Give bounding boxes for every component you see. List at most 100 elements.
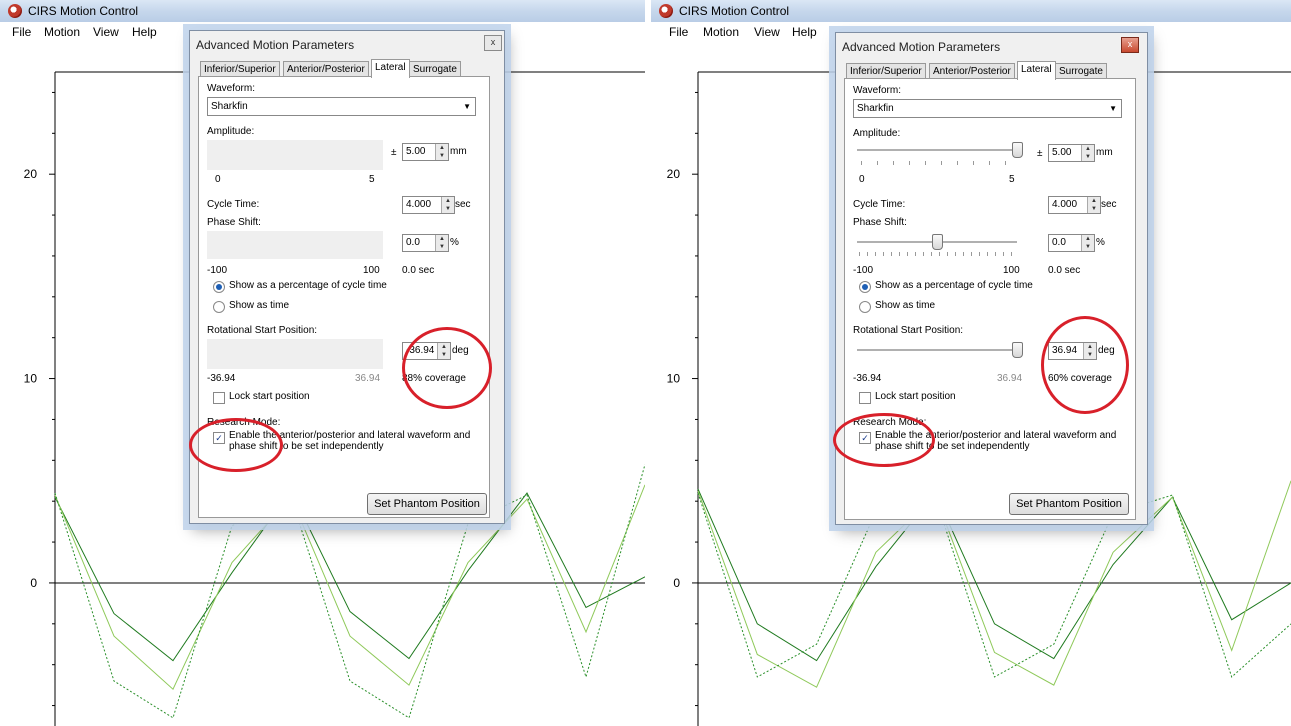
phase-spinbox[interactable]: 0.0 ▲ ▼ [1048,234,1095,252]
menu-view[interactable]: View [93,22,119,39]
cycle-time-unit: sec [1101,199,1117,210]
amplitude-value: 5.00 [1052,147,1072,158]
spin-arrows-icon[interactable]: ▲ ▼ [435,235,448,251]
spin-arrows-icon[interactable]: ▲ ▼ [441,197,454,213]
y-tick-label: 20 [667,167,681,181]
amplitude-spinbox[interactable]: 5.00 ▲ ▼ [1048,144,1095,162]
research-mode-text: Enable the anterior/posterior and latera… [875,430,1117,452]
spin-arrows-icon[interactable]: ▲ ▼ [1083,343,1096,359]
waveform-label: Waveform: [853,85,901,96]
radio-time[interactable] [213,301,225,313]
spin-arrows-icon[interactable]: ▲ ▼ [435,144,448,160]
rotational-start-label: Rotational Start Position: [207,325,318,336]
menu-file[interactable]: File [669,22,688,39]
phase-min: -100 [853,265,874,276]
lock-start-checkbox[interactable] [213,392,225,404]
app-logo-icon [659,4,673,18]
tab-inferior-superior[interactable]: Inferior/Superior [200,61,280,77]
amplitude-label: Amplitude: [853,128,901,139]
menu-view[interactable]: View [754,22,780,39]
tab-lateral[interactable]: Lateral [371,59,410,78]
title-bar[interactable]: CIRS Motion Control [651,0,1291,23]
set-phantom-position-button[interactable]: Set Phantom Position [1009,493,1129,515]
phase-seconds: 0.0 sec [402,265,435,276]
rotational-max: 36.94 [997,373,1023,384]
tab-anterior-posterior[interactable]: Anterior/Posterior [283,61,369,77]
amplitude-label: Amplitude: [207,126,255,137]
tab-inferior-superior[interactable]: Inferior/Superior [846,63,926,79]
cycle-time-value: 4.000 [406,199,432,210]
tab-surrogate[interactable]: Surrogate [1055,63,1107,79]
menu-help[interactable]: Help [792,22,817,39]
phase-slider-area[interactable] [207,231,383,259]
radio-time[interactable] [859,301,871,313]
amplitude-slider-thumb[interactable] [1012,142,1023,158]
radio-percent-label: Show as a percentage of cycle time [875,280,1033,291]
amplitude-slider-area[interactable] [207,140,383,170]
spin-arrows-icon[interactable]: ▲ ▼ [1087,197,1100,213]
waveform-value: Sharkfin [211,101,248,112]
rotational-slider[interactable] [857,349,1017,352]
spin-arrows-icon[interactable]: ▲ ▼ [437,343,450,359]
amplitude-value: 5.00 [406,146,426,157]
phase-max: 100 [1003,265,1020,276]
phase-spinbox[interactable]: 0.0 ▲ ▼ [402,234,449,252]
research-mode-text: Enable the anterior/posterior and latera… [229,430,471,452]
plus-minus-sign: ± [1037,148,1043,159]
amplitude-max: 5 [369,174,375,185]
waveform-select[interactable]: Sharkfin ▼ [853,99,1122,118]
phase-min: -100 [207,265,228,276]
research-mode-checkbox[interactable]: ✓ [213,432,225,444]
dialog-body: Inferior/Superior Anterior/Posterior Lat… [840,61,1143,520]
radio-percent[interactable] [213,281,225,293]
menu-motion[interactable]: Motion [703,22,739,39]
phase-shift-label: Phase Shift: [853,217,907,228]
rotational-slider-thumb[interactable] [1012,342,1023,358]
radio-percent[interactable] [859,281,871,293]
radio-time-label: Show as time [875,300,936,311]
amplitude-min: 0 [859,174,865,185]
right-app-window: CIRS Motion Control File Motion View Hel… [651,0,1291,726]
research-mode-checkbox[interactable]: ✓ [859,432,871,444]
close-icon[interactable]: x [484,35,502,51]
lateral-tab-panel: Waveform: Sharkfin ▼ Amplitude: ± 5.00 ▲… [198,76,490,518]
amplitude-ticks [861,161,1011,165]
amplitude-slider[interactable] [857,149,1017,152]
spin-arrows-icon[interactable]: ▲ ▼ [1081,235,1094,251]
menu-motion[interactable]: Motion [44,22,80,39]
tab-surrogate[interactable]: Surrogate [409,61,461,77]
lateral-tab-panel: Waveform: Sharkfin ▼ Amplitude: ± 5.00 ▲… [844,78,1136,520]
research-mode-label: Research Mode: [207,417,281,428]
advanced-motion-dialog: Advanced Motion Parameters x Inferior/Su… [189,30,505,524]
rotational-value: -36.94 [406,345,435,356]
rotational-spinbox[interactable]: 36.94 ▲ ▼ [1048,342,1097,360]
menu-file[interactable]: File [12,22,31,39]
chevron-down-icon: ▼ [1109,104,1117,113]
cycle-time-spinbox[interactable]: 4.000 ▲ ▼ [1048,196,1101,214]
amplitude-min: 0 [215,174,221,185]
set-phantom-position-button[interactable]: Set Phantom Position [367,493,487,515]
phase-seconds: 0.0 sec [1048,265,1081,276]
lock-start-checkbox[interactable] [859,392,871,404]
waveform-select[interactable]: Sharkfin ▼ [207,97,476,116]
rotational-spinbox[interactable]: -36.94 ▲ ▼ [402,342,451,360]
cycle-time-spinbox[interactable]: 4.000 ▲ ▼ [402,196,455,214]
left-app-window: CIRS Motion Control File Motion View Hel… [0,0,645,726]
phase-max: 100 [363,265,380,276]
coverage-text: 60% coverage [1048,373,1112,384]
rotational-min: -36.94 [207,373,236,384]
tab-anterior-posterior[interactable]: Anterior/Posterior [929,63,1015,79]
close-icon[interactable]: x [1121,37,1139,53]
spin-arrows-icon[interactable]: ▲ ▼ [1081,145,1094,161]
amplitude-spinbox[interactable]: 5.00 ▲ ▼ [402,143,449,161]
app-logo-icon [8,4,22,18]
rotational-unit: deg [452,345,469,356]
phase-slider-thumb[interactable] [932,234,943,250]
coverage-text: 88% coverage [402,373,466,384]
menu-help[interactable]: Help [132,22,157,39]
dialog-title: Advanced Motion Parameters [196,38,355,52]
rotational-slider-area[interactable] [207,339,383,369]
rotational-min: -36.94 [853,373,882,384]
title-bar[interactable]: CIRS Motion Control [0,0,645,23]
tab-lateral[interactable]: Lateral [1017,61,1056,80]
